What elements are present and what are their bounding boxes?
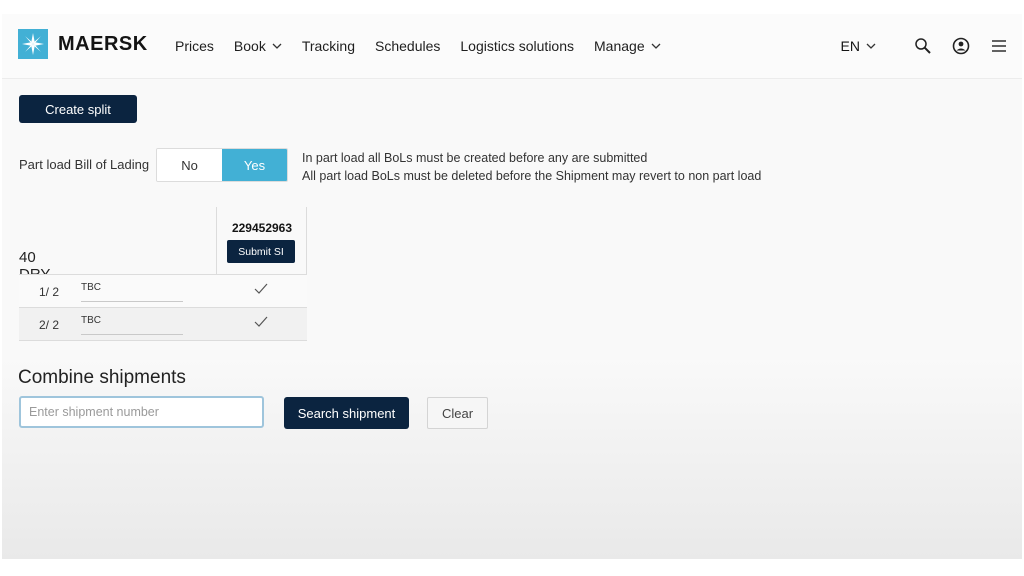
table-row: 2/ 2 TBC — [19, 308, 307, 341]
part-load-toggle: No Yes — [156, 148, 288, 182]
part-load-label: Part load Bill of Lading — [19, 157, 150, 172]
toggle-yes[interactable]: Yes — [222, 149, 287, 181]
maersk-logo[interactable]: MAERSK — [18, 29, 148, 59]
header-actions: EN — [841, 14, 1010, 78]
combine-shipments-title: Combine shipments — [18, 367, 186, 388]
part-load-note: In part load all BoLs must be created be… — [302, 151, 648, 165]
nav-tracking-label: Tracking — [301, 38, 355, 54]
language-label: EN — [840, 38, 860, 54]
chevron-down-icon — [651, 43, 661, 49]
submit-si-button[interactable]: Submit SI — [227, 240, 295, 263]
checkmark-icon[interactable] — [254, 283, 268, 295]
part-load-note: All part load BoLs must be deleted befor… — [302, 169, 762, 183]
create-split-button[interactable]: Create split — [19, 95, 137, 123]
top-navigation: MAERSK Prices Book Tracking Schedules Lo… — [2, 14, 1022, 79]
nav-tracking[interactable]: Tracking — [302, 38, 355, 54]
nav-schedules-label: Schedules — [375, 38, 441, 54]
star-icon — [18, 29, 48, 59]
table-row: 1/ 2 TBC — [19, 275, 307, 308]
row-value-field[interactable]: TBC — [81, 314, 183, 335]
nav-logistics-solutions[interactable]: Logistics solutions — [460, 38, 574, 54]
nav-manage[interactable]: Manage — [594, 38, 661, 54]
row-index: 2/ 2 — [39, 318, 60, 332]
shipment-number-input[interactable] — [19, 396, 264, 428]
nav-schedules[interactable]: Schedules — [375, 38, 440, 54]
chevron-down-icon — [272, 43, 282, 49]
account-icon[interactable] — [950, 35, 972, 57]
nav-manage-label: Manage — [594, 38, 645, 54]
nav-book[interactable]: Book — [234, 38, 282, 54]
search-icon[interactable] — [912, 35, 934, 57]
row-index: 1/ 2 — [39, 285, 60, 299]
row-value-field[interactable]: TBC — [81, 281, 183, 302]
brand-name: MAERSK — [58, 32, 148, 55]
language-selector[interactable]: EN — [841, 38, 876, 54]
search-shipment-button[interactable]: Search shipment — [284, 397, 409, 429]
app-frame: MAERSK Prices Book Tracking Schedules Lo… — [2, 14, 1022, 559]
nav-book-label: Book — [233, 38, 266, 54]
main-nav: Prices Book Tracking Schedules Logistics… — [175, 14, 681, 78]
nav-logistics-label: Logistics solutions — [460, 38, 575, 54]
nav-prices-label: Prices — [175, 38, 214, 54]
bl-number: 229452963 — [231, 221, 293, 235]
part-load-notes: In part load all BoLs must be created be… — [302, 149, 761, 185]
checkmark-icon[interactable] — [254, 316, 268, 328]
chevron-down-icon — [866, 43, 876, 49]
menu-icon[interactable] — [988, 35, 1010, 57]
clear-button[interactable]: Clear — [427, 397, 488, 429]
toggle-no[interactable]: No — [157, 149, 222, 181]
nav-prices[interactable]: Prices — [175, 38, 214, 54]
